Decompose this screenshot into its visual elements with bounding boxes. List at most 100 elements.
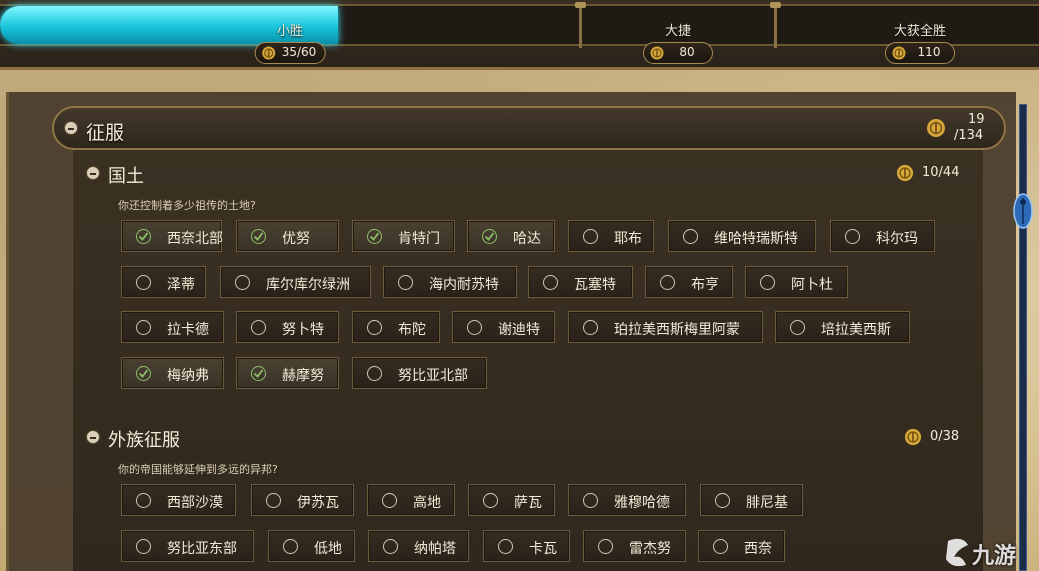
chip-label: 卡瓦 (529, 541, 557, 557)
empty-circle-icon (136, 275, 151, 290)
chip-label: 纳帕塔 (414, 541, 456, 557)
foreign-chip[interactable]: 高地 (367, 484, 455, 516)
tier-label: 大捷 (664, 24, 691, 39)
chip-label: 耶布 (614, 231, 642, 247)
foreign-chip[interactable]: 西奈 (698, 530, 785, 562)
collapse-icon[interactable] (86, 430, 100, 444)
ankh-coin-icon (904, 428, 922, 446)
chip-label: 阿卜杜 (791, 277, 833, 293)
territory-chip[interactable]: 努卜特 (236, 311, 339, 343)
territory-chip[interactable]: 科尔玛 (830, 220, 935, 252)
foreign-chip[interactable]: 纳帕塔 (368, 530, 469, 562)
tier-badge: 110 (885, 42, 955, 64)
chip-label: 哈达 (513, 231, 541, 247)
territory-chip[interactable]: 耶布 (568, 220, 654, 252)
foreign-chip[interactable]: 雷杰努 (583, 530, 686, 562)
chip-label: 瓦塞特 (574, 277, 616, 293)
territory-chip[interactable]: 布亨 (645, 266, 733, 298)
chip-label: 布亨 (691, 277, 719, 293)
foreign-chip[interactable]: 伊苏瓦 (251, 484, 354, 516)
tier-minor-victory[interactable]: 小胜 35/60 (220, 4, 360, 68)
section-title: 征服 (86, 122, 125, 144)
victory-progress-bar: 小胜 35/60 大捷 80 大获全胜 110 (0, 0, 1039, 70)
check-circle-icon (251, 366, 266, 381)
ankh-coin-icon (650, 46, 664, 60)
empty-circle-icon (467, 320, 482, 335)
territory-count: 10/44 (922, 165, 960, 180)
chip-label: 雅穆哈德 (614, 495, 670, 511)
chip-label: 培拉美西斯 (821, 322, 891, 338)
check-circle-icon (136, 366, 151, 381)
territory-chip[interactable]: 维哈特瑞斯特 (668, 220, 816, 252)
foreign-chip[interactable]: 西部沙漠 (121, 484, 236, 516)
territory-chip[interactable]: 哈达 (467, 220, 555, 252)
chip-label: 梅纳弗 (167, 368, 209, 384)
tier-divider (770, 2, 781, 48)
ankh-coin-icon (262, 46, 276, 60)
chip-label: 肯特门 (398, 231, 440, 247)
territory-title: 国土 (108, 166, 144, 187)
foreign-chip[interactable]: 卡瓦 (483, 530, 570, 562)
territory-chip[interactable]: 优努 (236, 220, 339, 252)
foreign-chip[interactable]: 雅穆哈德 (568, 484, 686, 516)
territory-chip[interactable]: 布陀 (352, 311, 440, 343)
territory-chip[interactable]: 库尔库尔绿洲 (220, 266, 371, 298)
chip-label: 雷杰努 (629, 541, 671, 557)
chip-label: 努比亚北部 (398, 368, 468, 384)
territory-chip[interactable]: 泽蒂 (121, 266, 206, 298)
check-circle-icon (136, 229, 151, 244)
foreign-title: 外族征服 (108, 430, 180, 451)
chip-label: 海内耐苏特 (429, 277, 499, 293)
territory-chip[interactable]: 海内耐苏特 (383, 266, 517, 298)
empty-circle-icon (382, 493, 397, 508)
empty-circle-icon (760, 275, 775, 290)
empty-circle-icon (235, 275, 250, 290)
foreign-chip[interactable]: 萨瓦 (468, 484, 555, 516)
empty-circle-icon (660, 275, 675, 290)
territory-chip[interactable]: 梅纳弗 (121, 357, 224, 389)
territory-chip[interactable]: 阿卜杜 (745, 266, 848, 298)
foreign-chip[interactable]: 低地 (268, 530, 355, 562)
watermark-text: 九游 (972, 544, 1017, 569)
tier-major-victory[interactable]: 大捷 80 (608, 4, 748, 68)
collapse-icon[interactable] (64, 121, 78, 135)
chip-label: 西部沙漠 (167, 495, 223, 511)
empty-circle-icon (283, 539, 298, 554)
chip-label: 努比亚东部 (167, 541, 237, 557)
collapse-icon[interactable] (86, 166, 100, 180)
territory-chip[interactable]: 肯特门 (352, 220, 455, 252)
chip-label: 萨瓦 (514, 495, 542, 511)
territory-description: 你还控制着多少祖传的土地? (118, 199, 256, 212)
empty-circle-icon (398, 275, 413, 290)
scarab-scroll-thumb-icon[interactable] (1012, 190, 1034, 232)
chip-label: 维哈特瑞斯特 (714, 231, 798, 247)
tier-divider (575, 2, 586, 48)
territory-chip[interactable]: 西奈北部 (121, 220, 223, 252)
foreign-chip[interactable]: 腓尼基 (700, 484, 803, 516)
chip-label: 布陀 (398, 322, 426, 338)
chip-label: 科尔玛 (876, 231, 918, 247)
chip-label: 库尔库尔绿洲 (266, 277, 350, 293)
tier-badge: 35/60 (254, 42, 326, 64)
scrollbar[interactable] (1019, 104, 1027, 571)
territory-chip[interactable]: 谢迪特 (452, 311, 555, 343)
foreign-count: 0/38 (930, 429, 960, 444)
ankh-coin-icon (927, 119, 945, 137)
territory-chip[interactable]: 赫摩努 (236, 357, 339, 389)
tier-total-victory[interactable]: 大获全胜 110 (850, 4, 990, 68)
foreign-chip[interactable]: 努比亚东部 (121, 530, 254, 562)
empty-circle-icon (266, 493, 281, 508)
territory-chip[interactable]: 拉卡德 (121, 311, 224, 343)
conquest-section-header[interactable]: 征服 19 /134 (52, 106, 1006, 150)
territory-chip[interactable]: 珀拉美西斯梅里阿蒙 (568, 311, 763, 343)
empty-circle-icon (367, 366, 382, 381)
check-circle-icon (251, 229, 266, 244)
territory-chip[interactable]: 努比亚北部 (352, 357, 487, 389)
chip-label: 西奈北部 (167, 231, 223, 247)
tier-badge: 80 (643, 42, 713, 64)
chip-label: 泽蒂 (167, 277, 195, 293)
empty-circle-icon (683, 229, 698, 244)
territory-chip[interactable]: 瓦塞特 (528, 266, 633, 298)
territory-chip[interactable]: 培拉美西斯 (775, 311, 910, 343)
empty-circle-icon (483, 493, 498, 508)
